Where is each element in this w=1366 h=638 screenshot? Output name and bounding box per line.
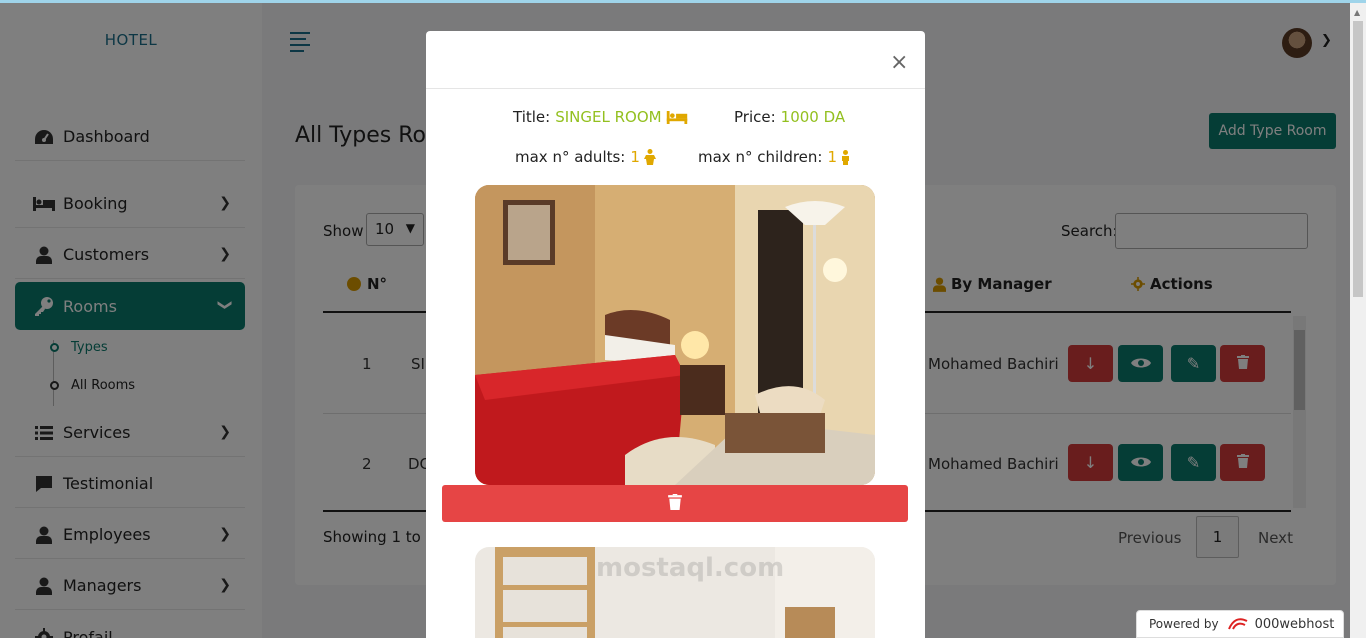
bed-icon [666, 110, 688, 124]
room-type-modal: × Title: SINGEL ROOM Price: 1000 DA max … [426, 31, 925, 638]
room-photo [475, 185, 875, 485]
modal-header: × [426, 31, 925, 89]
adults-value: 1 [630, 148, 640, 166]
max-adults: max n° adults: 1 [515, 148, 656, 166]
close-icon[interactable]: × [890, 50, 908, 75]
arrow-up-icon: ▲ [1354, 8, 1361, 17]
badge-brand: 000webhost [1254, 616, 1335, 632]
price-value: 1000 DA [780, 108, 846, 126]
hosting-badge[interactable]: Powered by 000webhost [1136, 610, 1344, 638]
children-label: max n° children: [698, 148, 823, 166]
title-value: SINGEL ROOM [555, 108, 662, 126]
max-children: max n° children: 1 [698, 148, 850, 166]
page-scrollbar[interactable]: ▲ [1350, 3, 1366, 638]
adult-icon [643, 149, 656, 165]
delete-image-button[interactable] [442, 485, 908, 522]
trash-icon [668, 493, 682, 514]
children-value: 1 [827, 148, 838, 166]
room-title: Title: SINGEL ROOM [513, 108, 688, 126]
page-scrollbar-thumb[interactable] [1353, 21, 1363, 297]
adults-label: max n° adults: [515, 148, 626, 166]
badge-label: Powered by [1149, 617, 1219, 631]
child-icon [841, 149, 850, 165]
room-price: Price: 1000 DA [734, 108, 845, 126]
title-label: Title: [513, 108, 551, 126]
host-logo-icon [1227, 617, 1249, 631]
price-label: Price: [734, 108, 776, 126]
watermark: mostaql.com [596, 553, 785, 583]
